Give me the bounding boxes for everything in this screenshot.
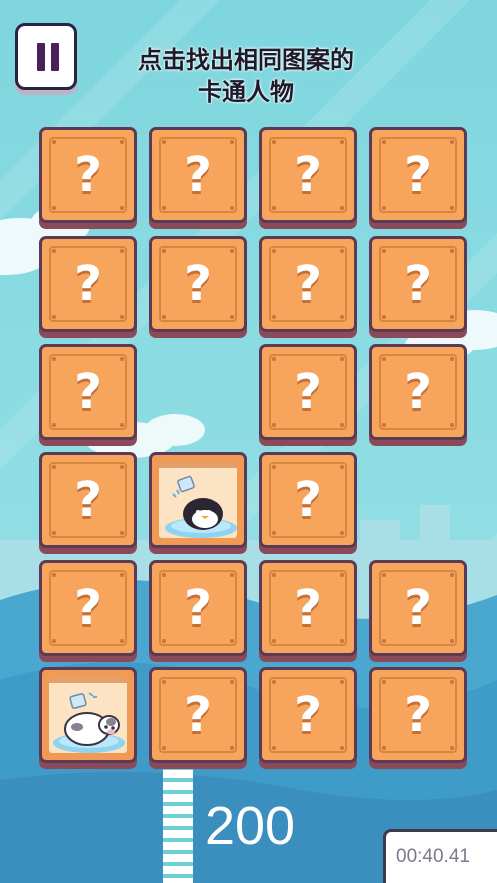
question-mark-icon: ?: [404, 256, 432, 312]
mystery-card[interactable]: ?: [39, 452, 137, 548]
revealed-card-penguin[interactable]: [149, 452, 247, 548]
question-mark-icon: ?: [404, 364, 432, 420]
question-mark-icon: ?: [294, 580, 322, 636]
mystery-card[interactable]: ?: [149, 667, 247, 763]
mystery-card[interactable]: ?: [369, 667, 467, 763]
question-mark-icon: ?: [184, 147, 212, 203]
timer-panel: 00:40.41: [383, 829, 497, 883]
instruction-line-2: 卡通人物: [198, 78, 294, 106]
instruction-text: 点击找出相同图案的 卡通人物: [96, 44, 396, 108]
question-mark-icon: ?: [184, 687, 212, 743]
question-mark-icon: ?: [74, 580, 102, 636]
pause-button[interactable]: [15, 23, 77, 90]
question-mark-icon: ?: [294, 687, 322, 743]
mystery-card[interactable]: ?: [259, 127, 357, 223]
question-mark-icon: ?: [74, 364, 102, 420]
mystery-card[interactable]: ?: [39, 236, 137, 332]
mystery-card[interactable]: ?: [369, 344, 467, 440]
game-scene: 点击找出相同图案的 卡通人物 ???????????????????? 200 …: [0, 0, 497, 883]
mystery-card[interactable]: ?: [39, 344, 137, 440]
question-mark-icon: ?: [74, 256, 102, 312]
question-mark-icon: ?: [74, 472, 102, 528]
question-mark-icon: ?: [294, 147, 322, 203]
timer-text: 00:40.41: [396, 846, 470, 867]
cow-icon: [51, 685, 127, 753]
revealed-card-cow[interactable]: [39, 667, 137, 763]
mystery-card[interactable]: ?: [259, 344, 357, 440]
card-opening: [159, 462, 237, 538]
instruction-line-1: 点击找出相同图案的: [138, 46, 354, 74]
question-mark-icon: ?: [294, 364, 322, 420]
mystery-card[interactable]: ?: [149, 127, 247, 223]
question-mark-icon: ?: [294, 472, 322, 528]
question-mark-icon: ?: [294, 256, 322, 312]
mystery-card[interactable]: ?: [259, 560, 357, 656]
question-mark-icon: ?: [74, 147, 102, 203]
question-mark-icon: ?: [184, 580, 212, 636]
question-mark-icon: ?: [404, 580, 432, 636]
mystery-card[interactable]: ?: [259, 236, 357, 332]
mystery-card[interactable]: ?: [39, 560, 137, 656]
mystery-card[interactable]: ?: [149, 236, 247, 332]
card-opening: [49, 677, 127, 753]
mystery-card[interactable]: ?: [259, 452, 357, 548]
mystery-card[interactable]: ?: [149, 560, 247, 656]
mystery-card[interactable]: ?: [369, 127, 467, 223]
pause-icon-bar: [51, 43, 59, 71]
question-mark-icon: ?: [404, 147, 432, 203]
pause-icon: [37, 43, 45, 71]
score: 200: [204, 796, 296, 856]
mystery-card[interactable]: ?: [369, 560, 467, 656]
mystery-card[interactable]: ?: [369, 236, 467, 332]
mystery-card[interactable]: ?: [259, 667, 357, 763]
question-mark-icon: ?: [184, 256, 212, 312]
penguin-icon: [161, 470, 237, 538]
mystery-card[interactable]: ?: [39, 127, 137, 223]
question-mark-icon: ?: [404, 687, 432, 743]
